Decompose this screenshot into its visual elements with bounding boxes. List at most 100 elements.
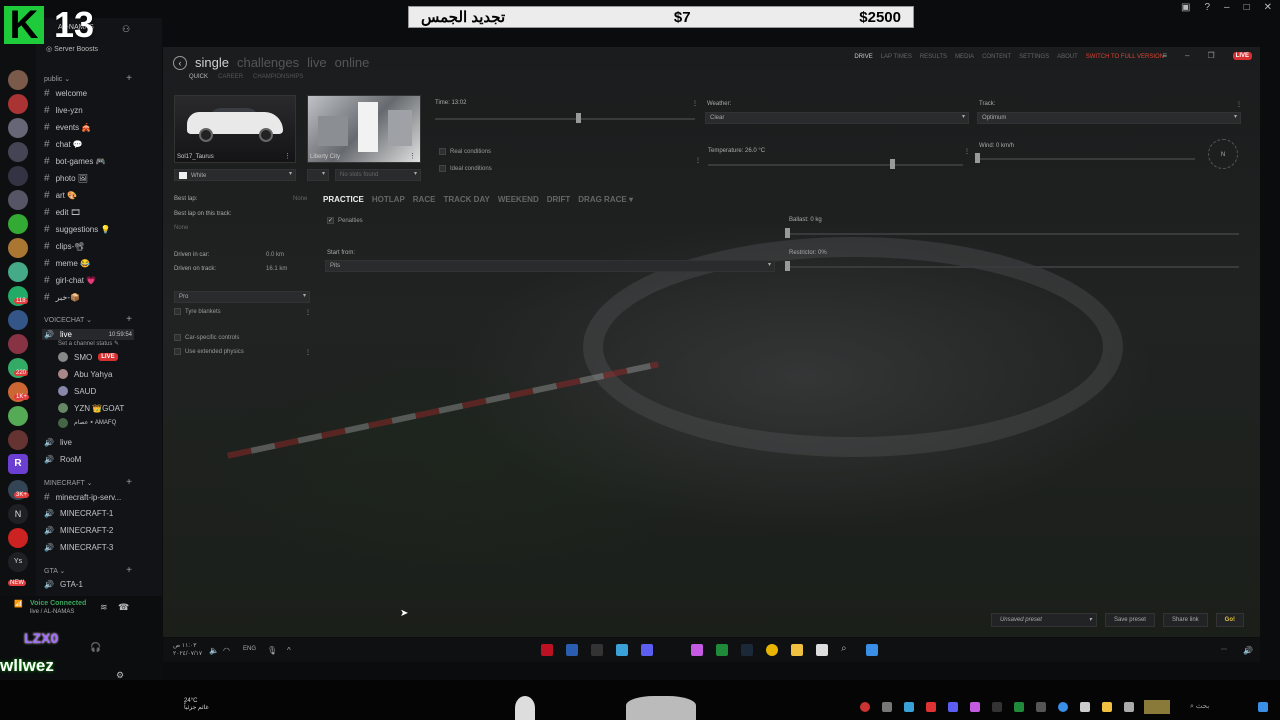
tray-icon[interactable] <box>948 702 958 712</box>
discord-icon[interactable] <box>691 644 703 656</box>
tab-career[interactable]: CAREER <box>218 74 243 80</box>
chrome-icon[interactable] <box>766 644 778 656</box>
language-indicator[interactable]: ENG <box>243 646 256 652</box>
track-state-dropdown[interactable]: Optimum <box>977 112 1241 124</box>
server-icon[interactable] <box>8 190 28 210</box>
voice-member[interactable]: SMO LIVE <box>58 352 118 362</box>
steam-icon[interactable] <box>741 644 753 656</box>
server-icon[interactable] <box>8 118 28 138</box>
search-box[interactable]: ⌕ بحث <box>1190 702 1209 711</box>
back-button[interactable]: ‹ <box>173 55 187 70</box>
volume-icon[interactable]: 🔈 <box>209 646 219 655</box>
voice-channel[interactable]: 🔊 MINECRAFT-1 <box>44 509 113 518</box>
channel-suggestions[interactable]: # suggestions 💡 <box>44 224 110 235</box>
more-icon[interactable]: ⋮ <box>409 152 416 160</box>
go-button[interactable]: Go! <box>1215 613 1244 627</box>
channel-news[interactable]: # خبر-📦 <box>44 292 80 303</box>
more-icon[interactable]: ⋮ <box>284 152 291 160</box>
tray-icon[interactable] <box>1124 702 1134 712</box>
difficulty-dropdown[interactable]: Pro <box>174 291 310 303</box>
mode-challenges[interactable]: challenges <box>237 55 299 70</box>
start-from-dropdown[interactable]: Pits <box>325 260 775 272</box>
server-icon[interactable] <box>8 166 28 186</box>
server-icon[interactable] <box>8 334 28 354</box>
more-icon[interactable]: ⋮ <box>305 349 311 356</box>
windows-start-icon[interactable] <box>866 644 878 656</box>
tray-icon[interactable] <box>1036 702 1046 712</box>
server-icon[interactable] <box>8 142 28 162</box>
voice-channel[interactable]: 🔊 live <box>44 438 72 447</box>
voice-member[interactable]: YZN 👑GOAT <box>58 403 124 413</box>
tab-championships[interactable]: CHAMPIONSHIPS <box>253 74 303 80</box>
tray-icon[interactable] <box>904 702 914 712</box>
file-explorer-icon[interactable] <box>1102 702 1112 712</box>
server-icon[interactable] <box>8 70 28 90</box>
tab-weekend[interactable]: WEEKEND <box>498 195 539 204</box>
server-icon[interactable] <box>8 262 28 282</box>
server-icon[interactable] <box>8 406 28 426</box>
tyre-blankets-checkbox[interactable]: Tyre blankets <box>174 308 221 315</box>
nav-about[interactable]: ABOUT <box>1057 54 1078 60</box>
app-icon[interactable] <box>591 644 603 656</box>
wifi-icon[interactable]: ◠ <box>223 646 230 655</box>
search-icon[interactable]: ⌕ <box>841 643 847 654</box>
xbox-icon[interactable] <box>716 644 728 656</box>
tray-icon[interactable] <box>926 702 936 712</box>
category-public[interactable]: public ⌄ <box>44 75 70 83</box>
tray-icon[interactable] <box>1014 702 1024 712</box>
disconnect-icon[interactable]: ☎ <box>118 602 129 613</box>
tab-hotlap[interactable]: HOTLAP <box>372 195 405 204</box>
server-icon[interactable] <box>8 94 28 114</box>
add-friend-icon[interactable]: ⚇ <box>122 24 130 35</box>
game-app-icon[interactable] <box>541 644 553 656</box>
add-channel-icon[interactable]: + <box>126 477 132 488</box>
nav-media[interactable]: MEDIA <box>955 54 974 60</box>
channel-art[interactable]: # art 🎨 <box>44 190 77 201</box>
extended-physics-checkbox[interactable]: Use extended physics <box>174 348 244 355</box>
server-icon-ys[interactable]: Ys <box>8 552 28 572</box>
track-layout-dropdown[interactable]: No slots found <box>335 169 421 181</box>
ideal-conditions-checkbox[interactable]: Ideal conditions <box>439 165 492 172</box>
channel-events[interactable]: # events 🎪 <box>44 122 91 133</box>
server-icon[interactable] <box>8 528 28 548</box>
tray-icon[interactable] <box>860 702 870 712</box>
more-icon[interactable]: ⋯ <box>1221 646 1227 653</box>
preset-dropdown[interactable]: Unsaved preset <box>990 613 1097 627</box>
voice-channel-live[interactable]: 🔊 live 10:59:54 <box>42 329 134 340</box>
menu-icon[interactable]: ≡ <box>1162 51 1167 60</box>
tray-icon[interactable] <box>970 702 980 712</box>
server-icon-n[interactable]: N <box>8 504 28 524</box>
time-slider[interactable] <box>435 118 695 120</box>
more-icon[interactable]: ⋮ <box>695 157 701 164</box>
tray-icon[interactable] <box>992 702 1002 712</box>
speaker-icon[interactable]: 🔊 <box>1243 646 1253 655</box>
add-channel-icon[interactable]: + <box>126 73 132 84</box>
channel-girl-chat[interactable]: # girl-chat 💗 <box>44 275 96 286</box>
close-icon[interactable]: ✕ <box>1264 2 1272 13</box>
tray-chevron-icon[interactable]: ^ <box>287 646 291 655</box>
channel-welcome[interactable]: # welcome <box>44 88 87 99</box>
help-icon[interactable]: ? <box>1204 2 1210 13</box>
mode-single[interactable]: single <box>195 55 229 70</box>
nav-settings[interactable]: SETTINGS <box>1019 54 1049 60</box>
car-specific-controls-checkbox[interactable]: Car-specific controls <box>174 334 239 341</box>
mode-online[interactable]: online <box>335 55 370 70</box>
file-explorer-icon[interactable] <box>791 644 803 656</box>
channel-bot-games[interactable]: # bot-games 🎮 <box>44 156 106 167</box>
track-selector[interactable]: Liberty City ⋮ <box>307 95 421 163</box>
voice-channel[interactable]: 🔊 MINECRAFT-2 <box>44 526 113 535</box>
nav-drive[interactable]: DRIVE <box>854 54 872 60</box>
more-icon[interactable]: ⋮ <box>964 148 970 155</box>
restore-icon[interactable]: ❐ <box>1207 51 1214 60</box>
tab-quick[interactable]: QUICK <box>189 74 208 80</box>
tray-icon[interactable] <box>882 702 892 712</box>
ballast-slider-knob[interactable] <box>785 228 790 238</box>
app-icon[interactable] <box>616 644 628 656</box>
noise-suppression-icon[interactable]: ≋ <box>100 602 108 613</box>
nav-results[interactable]: RESULTS <box>920 54 947 60</box>
channel-status[interactable]: Set a channel status ✎ <box>58 340 119 347</box>
minimize-icon[interactable]: – <box>1224 2 1230 13</box>
minimize-icon[interactable]: – <box>1185 51 1189 60</box>
mode-live[interactable]: live <box>307 55 327 70</box>
channel-photo[interactable]: # photo 🖼 <box>44 173 88 184</box>
